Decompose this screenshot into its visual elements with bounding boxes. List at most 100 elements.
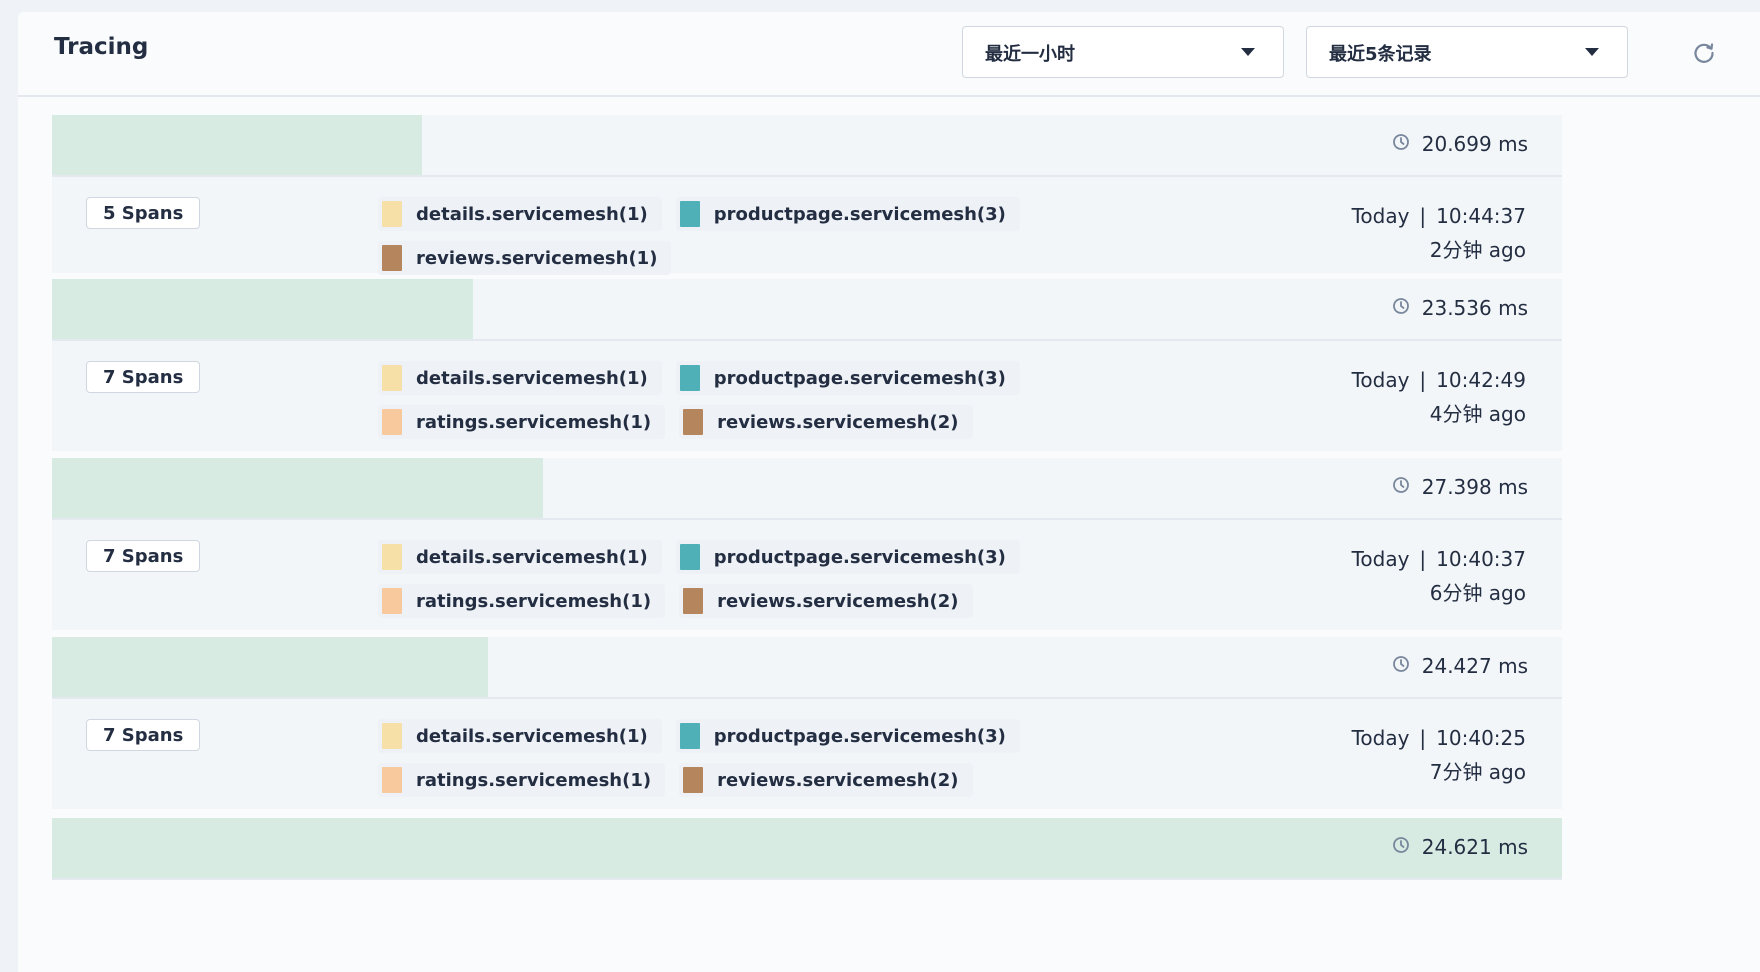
service-tag: productpage.servicemesh(3) <box>675 197 1020 231</box>
trace-detail-row: 7 Spans details.servicemesh(1) productpage… <box>52 520 1562 630</box>
service-color-swatch <box>382 245 402 271</box>
trace-duration: 23.536 ms <box>1392 296 1528 320</box>
trace-time: 10:40:25 <box>1436 726 1526 750</box>
spans-count-badge: 5 Spans <box>86 197 201 229</box>
service-tag: details.servicemesh(1) <box>378 540 662 574</box>
separator: | <box>1419 547 1427 571</box>
clock-icon <box>1392 296 1410 320</box>
service-name: productpage.servicemesh(3) <box>713 725 1006 747</box>
service-tag: reviews.servicemesh(2) <box>679 584 973 618</box>
service-color-swatch <box>382 201 402 227</box>
separator: | <box>1419 204 1427 228</box>
service-tag-list: details.servicemesh(1) productpage.servic… <box>378 719 1278 797</box>
spans-count-badge: 7 Spans <box>86 540 201 572</box>
trace-duration: 24.427 ms <box>1392 654 1528 678</box>
service-tag: details.servicemesh(1) <box>378 719 662 753</box>
service-tag: details.servicemesh(1) <box>378 197 662 231</box>
trace-duration: 24.621 ms <box>1392 835 1528 859</box>
trace-card[interactable]: 24.427 ms 7 Spans details.servicemesh(1) pr… <box>52 637 1562 809</box>
service-tag: productpage.servicemesh(3) <box>675 540 1020 574</box>
service-tag: ratings.servicemesh(1) <box>378 763 666 797</box>
trace-card[interactable]: 20.699 ms 5 Spans details.servicemesh(1) pr… <box>52 115 1562 275</box>
trace-time: 10:40:37 <box>1436 547 1526 571</box>
separator: | <box>1419 368 1427 392</box>
trace-duration-row: 24.621 ms <box>52 818 1562 880</box>
service-name: reviews.servicemesh(2) <box>717 590 959 612</box>
service-color-swatch <box>683 588 704 614</box>
trace-ago: 2分钟 ago <box>1429 238 1526 262</box>
clock-icon <box>1392 132 1410 156</box>
service-tag: reviews.servicemesh(1) <box>378 241 672 275</box>
trace-ago: 4分钟 ago <box>1429 402 1526 426</box>
service-color-swatch <box>382 767 402 793</box>
trace-timestamp: Today | 10:40:37 6分钟 ago <box>1352 542 1526 610</box>
service-name: reviews.servicemesh(2) <box>717 411 959 433</box>
trace-duration: 27.398 ms <box>1392 475 1528 499</box>
service-tag: productpage.servicemesh(3) <box>675 719 1020 753</box>
service-color-swatch <box>382 588 402 614</box>
service-color-swatch <box>683 767 704 793</box>
service-tag: ratings.servicemesh(1) <box>378 405 666 439</box>
chevron-down-icon <box>1241 48 1255 56</box>
duration-value: 27.398 ms <box>1421 475 1528 499</box>
trace-timestamp: Today | 10:40:25 7分钟 ago <box>1352 721 1526 789</box>
duration-value: 24.427 ms <box>1421 654 1528 678</box>
duration-bar <box>52 818 1562 878</box>
service-name: details.servicemesh(1) <box>416 546 648 568</box>
service-tag: productpage.servicemesh(3) <box>675 361 1020 395</box>
service-color-swatch <box>679 723 700 749</box>
duration-bar <box>52 115 422 175</box>
trace-ago: 7分钟 ago <box>1429 760 1526 784</box>
trace-duration-row: 23.536 ms <box>52 279 1562 341</box>
service-name: details.servicemesh(1) <box>416 203 648 225</box>
record-limit-select[interactable]: 最近5条记录 <box>1306 26 1628 78</box>
duration-value: 23.536 ms <box>1421 296 1528 320</box>
service-name: productpage.servicemesh(3) <box>713 546 1006 568</box>
service-name: productpage.servicemesh(3) <box>713 367 1006 389</box>
service-tag: reviews.servicemesh(2) <box>679 405 973 439</box>
duration-bar <box>52 637 489 697</box>
clock-icon <box>1392 835 1410 859</box>
spans-count-badge: 7 Spans <box>86 719 201 751</box>
service-tag: reviews.servicemesh(2) <box>679 763 973 797</box>
duration-bar <box>52 458 543 518</box>
time-range-select[interactable]: 最近一小时 <box>962 26 1284 78</box>
separator: | <box>1419 726 1427 750</box>
service-color-swatch <box>382 409 402 435</box>
trace-day: Today <box>1351 204 1410 228</box>
record-limit-label: 最近5条记录 <box>1329 44 1432 65</box>
service-name: productpage.servicemesh(3) <box>713 203 1006 225</box>
trace-detail-row: 5 Spans details.servicemesh(1) productpage… <box>52 177 1562 275</box>
trace-day: Today <box>1351 368 1410 392</box>
trace-time: 10:42:49 <box>1436 368 1526 392</box>
refresh-icon[interactable] <box>1690 39 1718 67</box>
trace-detail-row: 7 Spans details.servicemesh(1) productpage… <box>52 699 1562 809</box>
service-color-swatch <box>382 544 402 570</box>
service-name: ratings.servicemesh(1) <box>416 590 652 612</box>
service-tag: details.servicemesh(1) <box>378 361 662 395</box>
chevron-down-icon <box>1585 48 1599 56</box>
service-tag-list: details.servicemesh(1) productpage.servic… <box>378 540 1278 618</box>
clock-icon <box>1392 475 1410 499</box>
service-name: details.servicemesh(1) <box>416 725 648 747</box>
service-name: reviews.servicemesh(2) <box>717 769 959 791</box>
trace-timestamp: Today | 10:44:37 2分钟 ago <box>1352 199 1526 267</box>
duration-value: 24.621 ms <box>1421 835 1528 859</box>
time-range-label: 最近一小时 <box>985 44 1075 65</box>
trace-card[interactable]: 24.621 ms <box>52 818 1562 880</box>
trace-duration-row: 27.398 ms <box>52 458 1562 520</box>
trace-time: 10:44:37 <box>1436 204 1526 228</box>
trace-ago: 6分钟 ago <box>1429 581 1526 605</box>
trace-duration: 20.699 ms <box>1392 132 1528 156</box>
trace-card[interactable]: 23.536 ms 7 Spans details.servicemesh(1) pr… <box>52 279 1562 451</box>
service-tag: ratings.servicemesh(1) <box>378 584 666 618</box>
trace-day: Today <box>1351 726 1410 750</box>
trace-card[interactable]: 27.398 ms 7 Spans details.servicemesh(1) pr… <box>52 458 1562 630</box>
service-color-swatch <box>382 365 402 391</box>
service-color-swatch <box>683 409 704 435</box>
spans-count-badge: 7 Spans <box>86 361 201 393</box>
service-color-swatch <box>679 544 700 570</box>
trace-duration-row: 24.427 ms <box>52 637 1562 699</box>
service-tag-list: details.servicemesh(1) productpage.servic… <box>378 197 1278 275</box>
trace-timestamp: Today | 10:42:49 4分钟 ago <box>1352 363 1526 431</box>
